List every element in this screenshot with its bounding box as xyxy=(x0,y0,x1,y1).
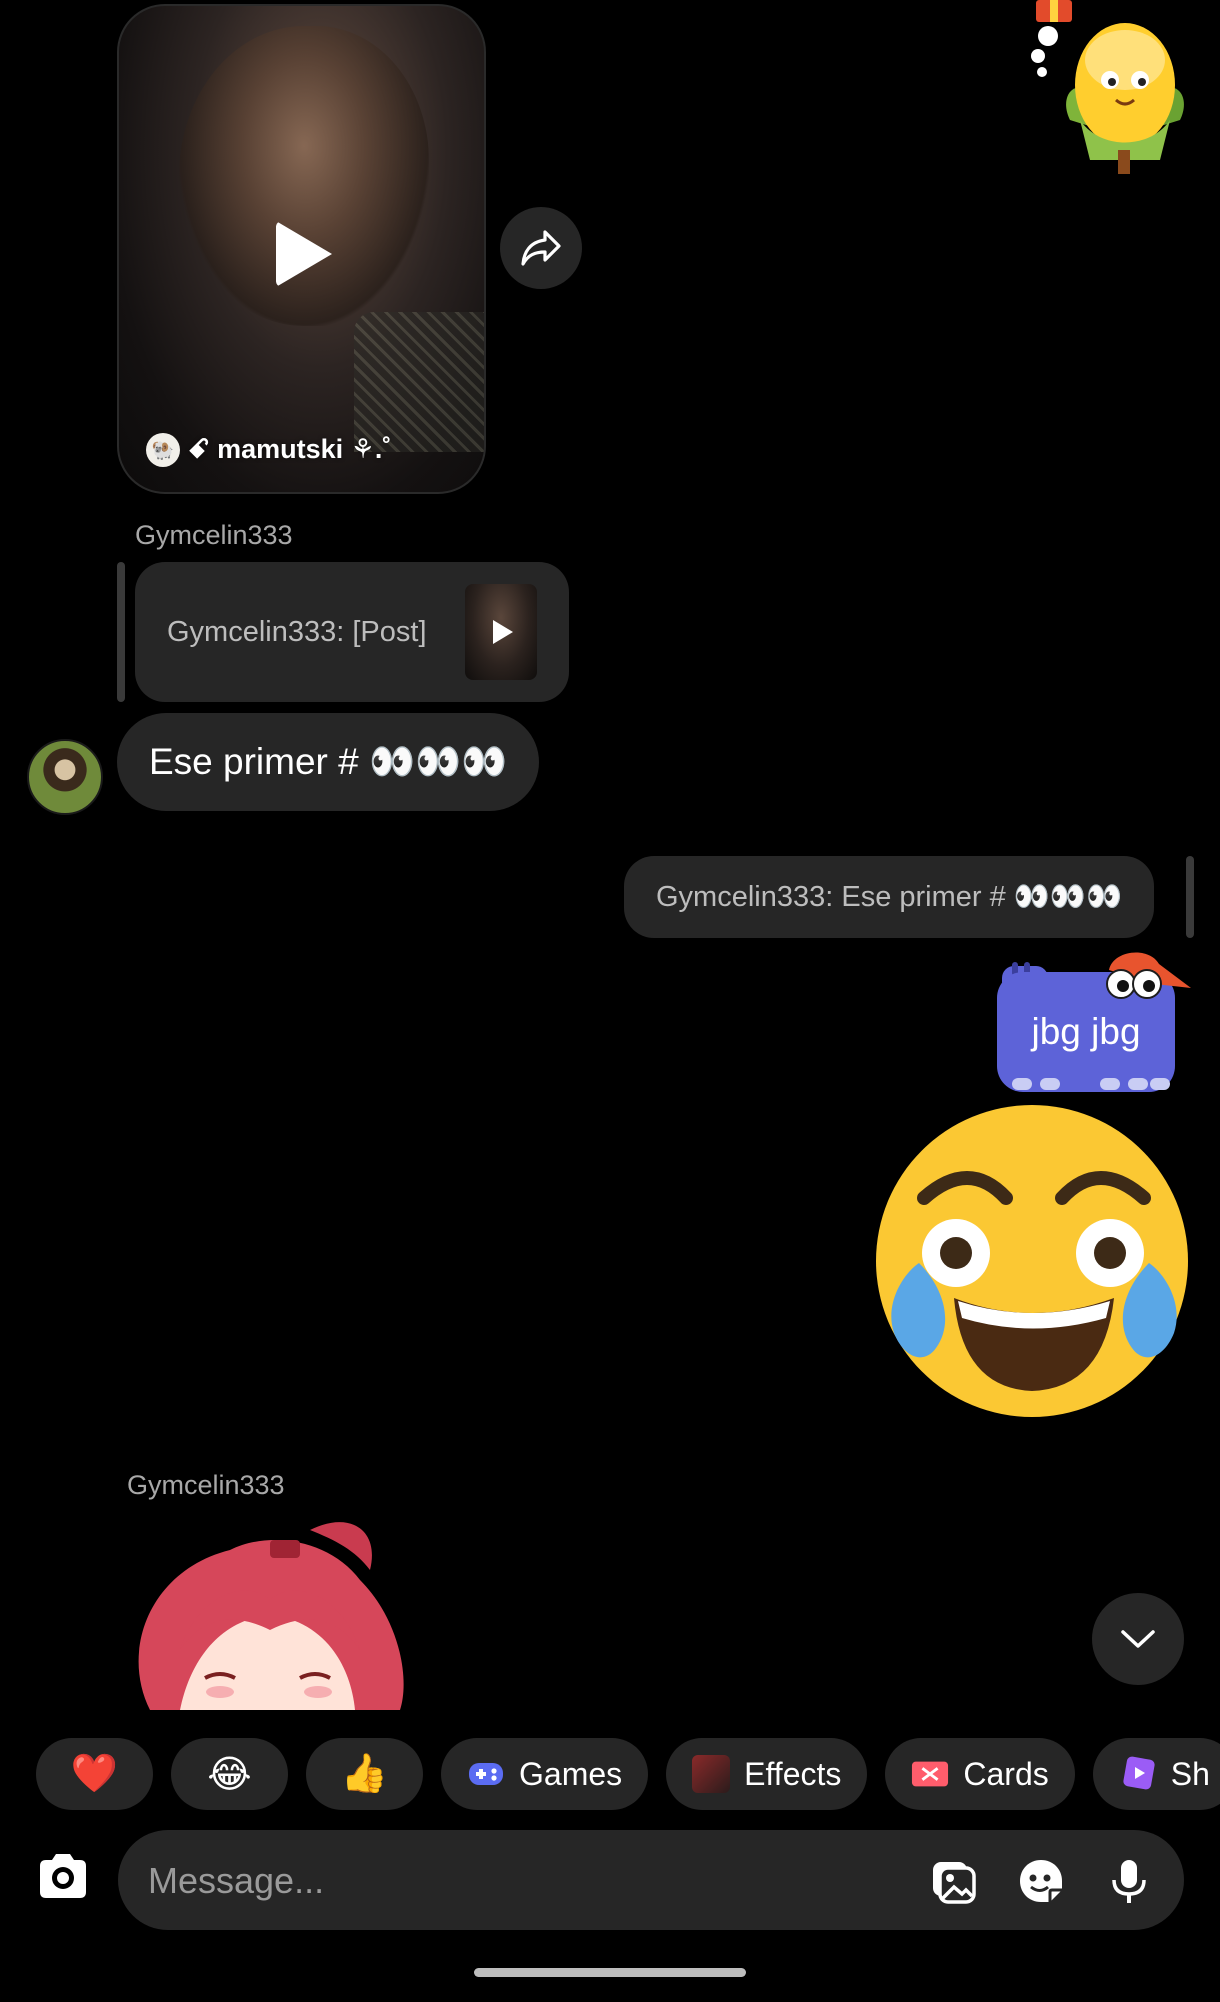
message-composer xyxy=(118,1830,1184,1932)
gamepad-icon xyxy=(467,1755,505,1793)
post-author[interactable]: 🐏 ꗃ mamutski ⚘.˚ xyxy=(146,433,391,467)
laughing-tears-emoji[interactable] xyxy=(874,1103,1194,1423)
post-author-name: ꗃ mamutski ⚘.˚ xyxy=(188,434,392,464)
sender-avatar[interactable] xyxy=(27,739,103,815)
quick-reaction-heart[interactable]: ❤️ xyxy=(36,1738,153,1810)
home-indicator[interactable] xyxy=(474,1968,746,1977)
message-input[interactable] xyxy=(146,1830,910,1932)
share-button[interactable] xyxy=(500,207,582,289)
games-button[interactable]: Games xyxy=(441,1738,649,1810)
reply-quote-text: Gymcelin333: [Post] xyxy=(167,615,427,648)
corn-sticker xyxy=(1031,0,1184,174)
effects-label: Effects xyxy=(744,1755,842,1792)
quick-reaction-thumbs-up[interactable]: 👍 xyxy=(306,1738,423,1810)
bubble-doodle-cap xyxy=(1106,952,1191,999)
video-post-card[interactable]: 🐏 ꗃ mamutski ⚘.˚ xyxy=(117,4,486,494)
camera-icon[interactable] xyxy=(30,1846,96,1912)
reply-indicator-bar xyxy=(1186,856,1194,938)
scroll-to-bottom-button[interactable] xyxy=(1092,1593,1184,1685)
incoming-message-bubble[interactable]: Ese primer # 👀👀👀 xyxy=(117,713,540,811)
games-label: Games xyxy=(519,1755,623,1792)
sender-name: Gymcelin333 xyxy=(135,520,293,550)
microphone-icon[interactable] xyxy=(1104,1856,1154,1906)
post-author-avatar: 🐏 xyxy=(146,433,180,467)
shop-label: Sh xyxy=(1170,1755,1210,1792)
quick-actions-bar: ❤️ 😂 👍 Games Effects Cards Sh xyxy=(36,1738,1220,1810)
cards-button[interactable]: Cards xyxy=(885,1738,1075,1810)
reply-post-thumbnail xyxy=(465,584,537,680)
cards-label: Cards xyxy=(963,1755,1049,1792)
shop-button[interactable]: Sh xyxy=(1092,1738,1220,1810)
effects-thumbnail-icon xyxy=(692,1755,731,1793)
sender-name: Gymcelin333 xyxy=(127,1470,285,1500)
share-icon xyxy=(521,230,561,266)
play-icon[interactable] xyxy=(276,221,332,287)
quick-reaction-laugh[interactable]: 😂 xyxy=(171,1738,288,1810)
bubble-doodle-feet xyxy=(1012,1078,1170,1090)
outgoing-reply-quote[interactable]: Gymcelin333: Ese primer # 👀👀👀 xyxy=(624,856,1155,938)
play-icon xyxy=(493,620,513,644)
gift-card-icon xyxy=(911,1755,949,1793)
reply-indicator-bar xyxy=(117,562,125,702)
anime-girl-sticker[interactable] xyxy=(120,1510,415,1710)
sticker-icon[interactable] xyxy=(1016,1856,1066,1906)
effects-button[interactable]: Effects xyxy=(666,1738,868,1810)
video-thumbnail-pattern xyxy=(354,312,484,452)
shop-icon xyxy=(1119,1755,1157,1793)
chevron-down-icon xyxy=(1121,1630,1155,1648)
reply-quote-bubble[interactable]: Gymcelin333: [Post] xyxy=(135,562,569,702)
gallery-icon[interactable] xyxy=(928,1856,978,1906)
